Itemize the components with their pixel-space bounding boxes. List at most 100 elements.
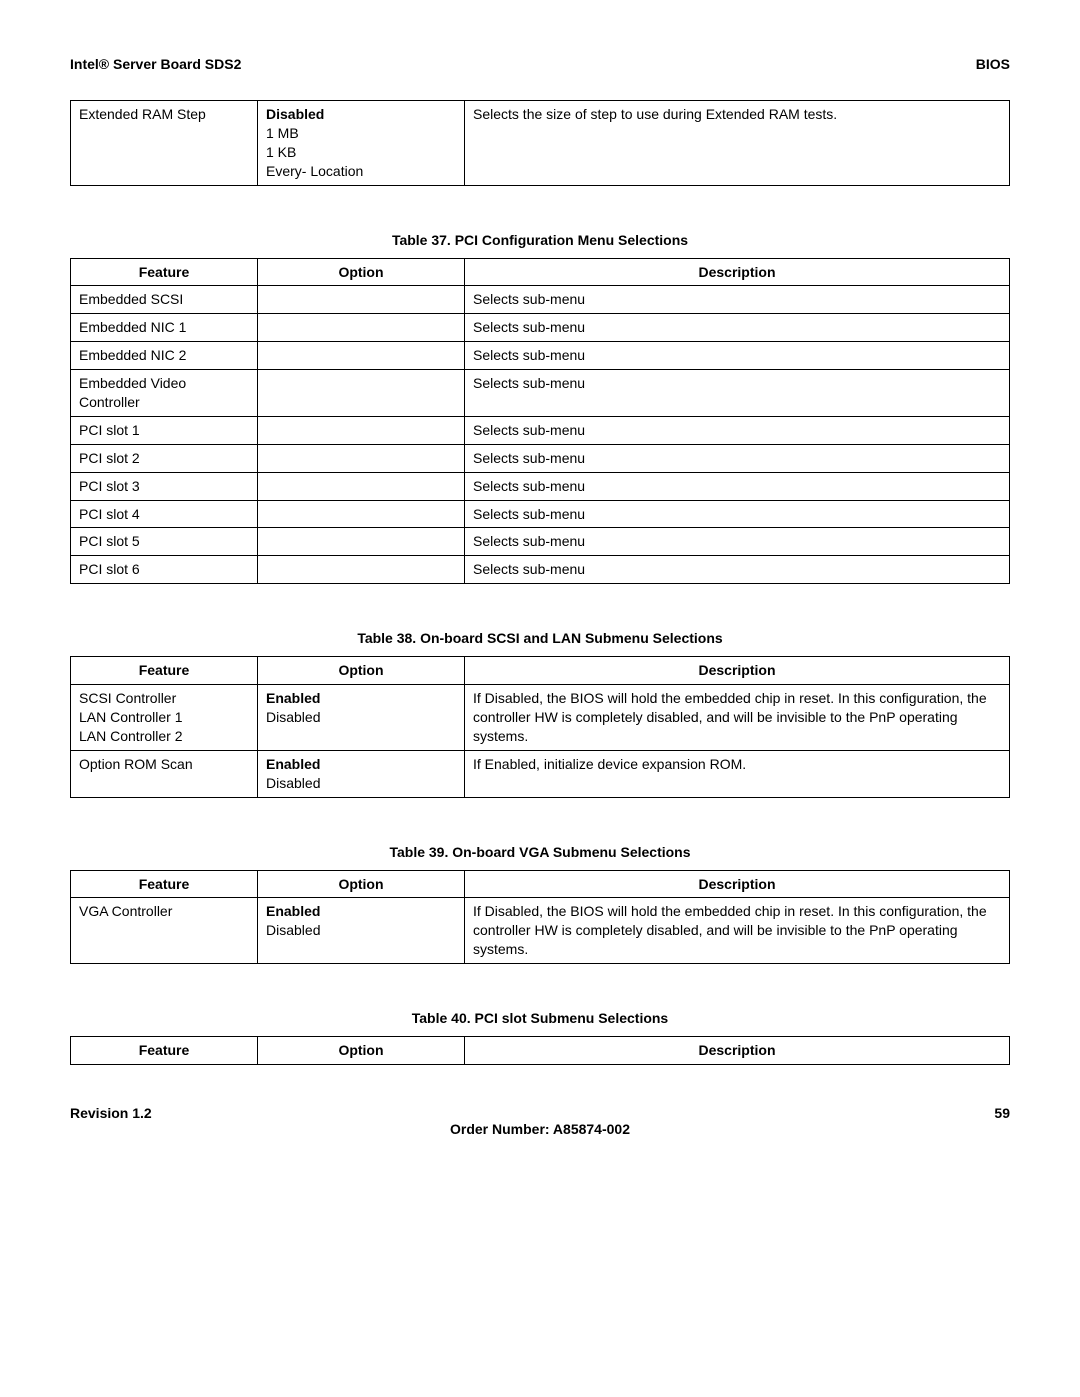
- option-default: Enabled: [266, 689, 456, 708]
- option-value: Disabled: [266, 921, 456, 940]
- cell-option: [258, 286, 465, 314]
- footer-order-number: Order Number: A85874-002: [70, 1121, 1010, 1137]
- table-row: Embedded Video Controller Selects sub-men…: [71, 370, 1010, 417]
- col-header-description: Description: [465, 657, 1010, 685]
- table-row: PCI slot 1 Selects sub-menu: [71, 416, 1010, 444]
- cell-description: Selects sub-menu: [465, 556, 1010, 584]
- cell-feature: PCI slot 4: [71, 500, 258, 528]
- option-value: 1 KB: [266, 143, 456, 162]
- cell-feature: PCI slot 2: [71, 444, 258, 472]
- option-default: Disabled: [266, 105, 456, 124]
- cell-feature: Embedded SCSI: [71, 286, 258, 314]
- cell-feature: Embedded NIC 1: [71, 314, 258, 342]
- col-header-feature: Feature: [71, 1037, 258, 1065]
- cell-description: Selects sub-menu: [465, 500, 1010, 528]
- col-header-option: Option: [258, 258, 465, 286]
- option-value: Disabled: [266, 774, 456, 793]
- table-row: Option ROM Scan Enabled Disabled If Enab…: [71, 750, 1010, 797]
- cell-option: Enabled Disabled: [258, 898, 465, 964]
- table-header-row: Feature Option Description: [71, 1037, 1010, 1065]
- table-scsi-lan: Feature Option Description SCSI Controll…: [70, 656, 1010, 797]
- col-header-description: Description: [465, 1037, 1010, 1065]
- table-row: Embedded NIC 1 Selects sub-menu: [71, 314, 1010, 342]
- col-header-description: Description: [465, 258, 1010, 286]
- table-caption: Table 40. PCI slot Submenu Selections: [70, 1010, 1010, 1026]
- cell-option: [258, 314, 465, 342]
- cell-description: Selects the size of step to use during E…: [465, 101, 1010, 186]
- table-row: PCI slot 5 Selects sub-menu: [71, 528, 1010, 556]
- table-header-row: Feature Option Description: [71, 258, 1010, 286]
- footer-page-number: 59: [994, 1105, 1010, 1121]
- cell-description: Selects sub-menu: [465, 370, 1010, 417]
- cell-feature: PCI slot 3: [71, 472, 258, 500]
- cell-description: Selects sub-menu: [465, 314, 1010, 342]
- table-row: VGA Controller Enabled Disabled If Disab…: [71, 898, 1010, 964]
- cell-description: Selects sub-menu: [465, 286, 1010, 314]
- cell-option: [258, 370, 465, 417]
- cell-description: Selects sub-menu: [465, 528, 1010, 556]
- table-row: PCI slot 2 Selects sub-menu: [71, 444, 1010, 472]
- feature-line: LAN Controller 2: [79, 727, 249, 746]
- col-header-feature: Feature: [71, 870, 258, 898]
- cell-feature: PCI slot 6: [71, 556, 258, 584]
- cell-description: Selects sub-menu: [465, 444, 1010, 472]
- table-row: Embedded NIC 2 Selects sub-menu: [71, 342, 1010, 370]
- feature-line: LAN Controller 1: [79, 708, 249, 727]
- table-header-row: Feature Option Description: [71, 657, 1010, 685]
- cell-description: If Disabled, the BIOS will hold the embe…: [465, 898, 1010, 964]
- feature-line: Option ROM Scan: [79, 755, 249, 774]
- page-header: Intel® Server Board SDS2 BIOS: [70, 56, 1010, 72]
- cell-description: Selects sub-menu: [465, 416, 1010, 444]
- cell-feature: SCSI Controller LAN Controller 1 LAN Con…: [71, 685, 258, 751]
- option-default: Enabled: [266, 902, 456, 921]
- table-extended-ram: Extended RAM Step Disabled 1 MB 1 KB Eve…: [70, 100, 1010, 186]
- cell-option: Enabled Disabled: [258, 685, 465, 751]
- option-value: Disabled: [266, 708, 456, 727]
- cell-feature: PCI slot 5: [71, 528, 258, 556]
- cell-feature: Option ROM Scan: [71, 750, 258, 797]
- table-row: Embedded SCSI Selects sub-menu: [71, 286, 1010, 314]
- footer-revision: Revision 1.2: [70, 1105, 152, 1121]
- cell-feature: PCI slot 1: [71, 416, 258, 444]
- table-row: PCI slot 3 Selects sub-menu: [71, 472, 1010, 500]
- cell-option: [258, 472, 465, 500]
- col-header-feature: Feature: [71, 258, 258, 286]
- header-left: Intel® Server Board SDS2: [70, 56, 241, 72]
- table-row: SCSI Controller LAN Controller 1 LAN Con…: [71, 685, 1010, 751]
- option-value: 1 MB: [266, 124, 456, 143]
- cell-option: [258, 444, 465, 472]
- cell-option: [258, 528, 465, 556]
- cell-option: Enabled Disabled: [258, 750, 465, 797]
- table-caption: Table 39. On-board VGA Submenu Selection…: [70, 844, 1010, 860]
- table-caption: Table 37. PCI Configuration Menu Selecti…: [70, 232, 1010, 248]
- col-header-option: Option: [258, 870, 465, 898]
- page-footer: Revision 1.2 59 Order Number: A85874-002: [70, 1105, 1010, 1121]
- table-header-row: Feature Option Description: [71, 870, 1010, 898]
- table-pci-slot: Feature Option Description: [70, 1036, 1010, 1065]
- col-header-option: Option: [258, 657, 465, 685]
- col-header-option: Option: [258, 1037, 465, 1065]
- cell-option: [258, 342, 465, 370]
- col-header-description: Description: [465, 870, 1010, 898]
- cell-description: If Disabled, the BIOS will hold the embe…: [465, 685, 1010, 751]
- table-vga: Feature Option Description VGA Controlle…: [70, 870, 1010, 965]
- cell-feature: Embedded NIC 2: [71, 342, 258, 370]
- table-row: PCI slot 4 Selects sub-menu: [71, 500, 1010, 528]
- cell-description: If Enabled, initialize device expansion …: [465, 750, 1010, 797]
- option-default: Enabled: [266, 755, 456, 774]
- cell-option: [258, 556, 465, 584]
- feature-line: SCSI Controller: [79, 689, 249, 708]
- table-pci-config: Feature Option Description Embedded SCSI…: [70, 258, 1010, 585]
- option-value: Every- Location: [266, 162, 456, 181]
- cell-feature: Extended RAM Step: [71, 101, 258, 186]
- cell-feature: Embedded Video Controller: [71, 370, 258, 417]
- cell-description: Selects sub-menu: [465, 472, 1010, 500]
- cell-option: [258, 500, 465, 528]
- cell-option: [258, 416, 465, 444]
- table-row: PCI slot 6 Selects sub-menu: [71, 556, 1010, 584]
- header-right: BIOS: [976, 56, 1010, 72]
- cell-option: Disabled 1 MB 1 KB Every- Location: [258, 101, 465, 186]
- col-header-feature: Feature: [71, 657, 258, 685]
- cell-description: Selects sub-menu: [465, 342, 1010, 370]
- cell-feature: VGA Controller: [71, 898, 258, 964]
